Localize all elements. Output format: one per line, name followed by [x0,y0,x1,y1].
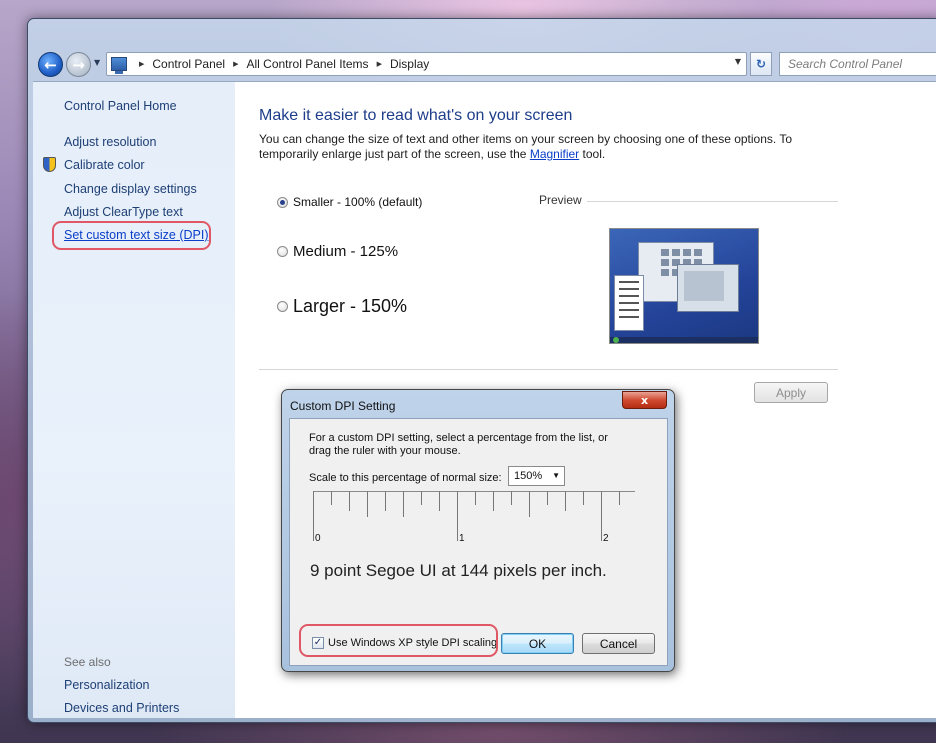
ruler-tick [475,491,476,505]
ruler-tick [313,491,314,541]
ruler-tick [547,491,548,505]
forward-arrow-icon: → [72,55,85,74]
control-panel-icon [111,57,127,74]
sidebar-item-adjust-cleartype[interactable]: Adjust ClearType text [64,205,183,219]
preview-window-front [677,264,739,312]
preview-divider [587,201,838,202]
sidebar-item-control-panel-home[interactable]: Control Panel Home [64,99,177,113]
ruler-number: 0 [315,533,321,544]
apply-button[interactable]: Apply [754,382,828,403]
preview-image [609,228,759,344]
ruler-tick [331,491,332,505]
radio-unselected[interactable] [277,246,288,257]
back-button[interactable]: ← [38,52,63,77]
chevron-right-icon[interactable]: ▶ [233,60,238,68]
option-label: Smaller - 100% (default) [293,195,423,209]
chevron-down-icon[interactable]: ▼ [735,57,741,66]
chevron-right-icon[interactable]: ▶ [377,60,382,68]
breadcrumb-all-items[interactable]: All Control Panel Items [247,57,369,71]
ruler-tick [367,491,368,517]
option-label: Medium - 125% [293,243,399,260]
description-text-end: tool. [582,147,606,161]
radio-selected[interactable] [277,196,288,208]
ruler-edge [313,491,635,492]
dialog-body: For a custom DPI setting, select a perce… [289,418,668,666]
see-also-heading: See also [64,655,111,669]
ruler-tick [493,491,494,511]
option-medium[interactable]: Medium - 125% [277,243,398,260]
breadcrumb-control-panel[interactable]: Control Panel [152,57,225,71]
dialog-title: Custom DPI Setting [290,399,396,413]
sidebar-item-change-display-settings[interactable]: Change display settings [64,182,197,196]
dpi-ruler[interactable]: 0 1 2 [313,491,635,549]
ruler-tick [619,491,620,505]
ok-button[interactable]: OK [501,633,574,654]
ruler-number: 1 [459,533,465,544]
option-larger[interactable]: Larger - 150% [277,296,407,317]
scale-dropdown[interactable]: 150% ▼ [508,466,565,486]
ruler-tick [403,491,404,517]
search-input[interactable]: Search Control Panel [779,52,936,76]
address-bar[interactable]: ▶ Control Panel ▶ All Control Panel Item… [106,52,747,76]
chevron-down-icon: ▼ [552,471,560,480]
highlight-ring [52,221,211,250]
close-button[interactable]: x [622,391,667,409]
ruler-tick [385,491,386,511]
sidebar-item-adjust-resolution[interactable]: Adjust resolution [64,135,156,149]
breadcrumb-display[interactable]: Display [390,57,429,71]
page-title: Make it easier to read what's on your sc… [259,107,573,124]
highlight-ring [299,624,498,657]
shield-icon [43,157,56,172]
cancel-button[interactable]: Cancel [582,633,655,654]
ruler-tick [511,491,512,505]
option-smaller[interactable]: Smaller - 100% (default) [277,195,422,209]
close-icon: x [640,393,649,407]
ruler-tick [349,491,350,511]
ruler-tick [583,491,584,505]
dpi-info-text: 9 point Segoe UI at 144 pixels per inch. [310,561,607,580]
forward-button[interactable]: → [66,52,91,77]
dialog-instructions: For a custom DPI setting, select a perce… [309,432,608,457]
ruler-tick [421,491,422,505]
preview-start-menu [614,275,644,331]
back-arrow-icon: ← [44,55,57,74]
breadcrumb: ▶ Control Panel ▶ All Control Panel Item… [131,53,429,75]
description-text: You can change the size of text and othe… [259,132,793,161]
preview-start-orb [613,337,619,343]
chevron-right-icon[interactable]: ▶ [139,60,144,68]
ruler-tick [601,491,602,541]
ruler-tick [457,491,458,541]
page-description: You can change the size of text and othe… [259,132,819,162]
refresh-button[interactable]: ↻ [750,52,772,76]
ruler-tick [529,491,530,517]
radio-unselected[interactable] [277,301,288,312]
recent-pages-dropdown[interactable]: ▼ [94,58,100,67]
scale-value: 150% [514,470,543,482]
preview-taskbar [610,337,758,343]
scale-label: Scale to this percentage of normal size: [309,472,502,484]
sidebar-item-personalization[interactable]: Personalization [64,678,149,692]
ruler-tick [565,491,566,511]
divider [259,369,838,370]
magnifier-link[interactable]: Magnifier [530,147,579,161]
option-label: Larger - 150% [293,296,408,316]
sidebar-item-devices-and-printers[interactable]: Devices and Printers [64,701,179,715]
sidebar-item-calibrate-color[interactable]: Calibrate color [64,158,145,172]
ruler-number: 2 [603,533,609,544]
preview-label: Preview [539,193,582,207]
refresh-icon: ↻ [755,57,767,71]
ruler-tick [439,491,440,511]
custom-dpi-dialog: Custom DPI Setting x For a custom DPI se… [281,389,675,672]
sidebar: Control Panel Home Adjust resolution Cal… [33,82,235,718]
